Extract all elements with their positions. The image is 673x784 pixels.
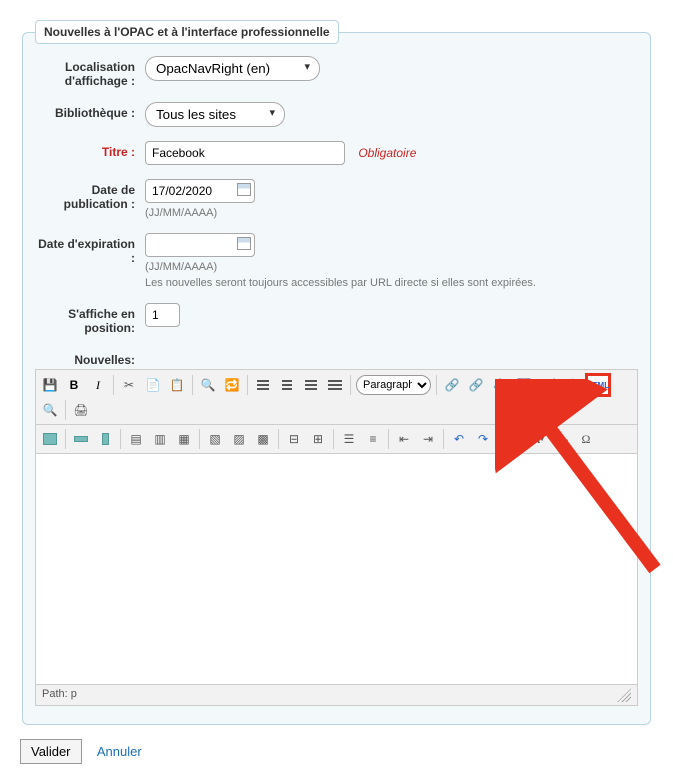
required-hint: Obligatoire (358, 146, 416, 160)
col-after-button[interactable]: ▨ (228, 428, 250, 450)
label-position: S'affiche en position: (35, 303, 145, 335)
cell-props-button[interactable] (94, 428, 116, 450)
outdent-button[interactable]: ⇤ (393, 428, 415, 450)
link-button[interactable]: 🔗 (441, 374, 463, 396)
editor-path: Path: p (42, 688, 77, 702)
submit-button[interactable]: Valider (20, 739, 82, 764)
bullet-list-button[interactable]: ☰ (338, 428, 360, 450)
cleanup-button[interactable]: 🧹 (537, 374, 559, 396)
expdate-hint-note: Les nouvelles seront toujours accessible… (145, 277, 638, 289)
title-input[interactable] (145, 141, 345, 165)
label-pubdate: Date de publication : (35, 179, 145, 211)
cancel-link[interactable]: Annuler (97, 744, 142, 759)
position-input[interactable] (145, 303, 180, 327)
label-news: Nouvelles: (35, 349, 145, 367)
find-button[interactable]: 🔍 (197, 374, 219, 396)
separator (498, 429, 499, 449)
row-delete-button[interactable]: ▦ (173, 428, 195, 450)
separator (65, 429, 66, 449)
paragraph-select[interactable]: Paragraph (356, 375, 431, 395)
anchor-button[interactable]: ⚓ (489, 374, 511, 396)
preview-button[interactable]: 🔍 (39, 399, 61, 421)
merge-cell-button[interactable]: ⊞ (307, 428, 329, 450)
number-list-button[interactable]: ≡ (362, 428, 384, 450)
align-left-button[interactable] (252, 374, 274, 396)
fieldset-legend: Nouvelles à l'OPAC et à l'interface prof… (35, 20, 339, 44)
label-library: Bibliothèque : (35, 102, 145, 120)
separator (388, 429, 389, 449)
separator (113, 375, 114, 395)
resize-handle[interactable] (617, 688, 631, 702)
align-right-button[interactable] (300, 374, 322, 396)
save-icon[interactable]: 💾 (39, 374, 61, 396)
separator (247, 375, 248, 395)
italic-button[interactable]: I (87, 374, 109, 396)
split-cell-button[interactable]: ⊟ (283, 428, 305, 450)
separator (350, 375, 351, 395)
redo-button[interactable]: ↷ (472, 428, 494, 450)
separator (65, 400, 66, 420)
indent-button[interactable]: ⇥ (417, 428, 439, 450)
paste-button[interactable]: 📋 (166, 374, 188, 396)
separator (120, 429, 121, 449)
html-source-button[interactable]: HTML (585, 373, 611, 397)
col-before-button[interactable]: ▧ (204, 428, 226, 450)
separator (199, 429, 200, 449)
pubdate-input[interactable] (145, 179, 255, 203)
align-justify-button[interactable] (324, 374, 346, 396)
label-expdate: Date d'expiration : (35, 233, 145, 265)
separator (443, 429, 444, 449)
cut-button[interactable]: ✂ (118, 374, 140, 396)
subscript-button[interactable]: — (551, 428, 573, 450)
print-button[interactable]: 🖨 (70, 399, 92, 421)
separator (192, 375, 193, 395)
copy-button[interactable]: 📄 (142, 374, 164, 396)
expdate-hint-fmt: (JJ/MM/AAAA) (145, 261, 638, 273)
rich-text-editor: 💾 B I ✂ 📄 📋 🔍 🔁 Paragraph (35, 369, 638, 706)
label-title: Titre : (35, 141, 145, 159)
separator (278, 429, 279, 449)
replace-button[interactable]: 🔁 (221, 374, 243, 396)
library-select[interactable]: Tous les sites (145, 102, 285, 127)
separator (436, 375, 437, 395)
undo-button[interactable]: ↶ (448, 428, 470, 450)
row-before-button[interactable]: ▤ (125, 428, 147, 450)
align-center-button[interactable] (276, 374, 298, 396)
pubdate-hint: (JJ/MM/AAAA) (145, 207, 638, 219)
insert-date-button[interactable]: 📅 (503, 428, 525, 450)
separator (333, 429, 334, 449)
expdate-input[interactable] (145, 233, 255, 257)
label-location: Localisation d'affichage : (35, 56, 145, 88)
remove-format-button[interactable]: X▾ (527, 428, 549, 450)
table-insert-button[interactable] (39, 428, 61, 450)
image-button[interactable]: 🌄 (513, 374, 535, 396)
row-props-button[interactable] (70, 428, 92, 450)
bold-button[interactable]: B (63, 374, 85, 396)
col-delete-button[interactable]: ▩ (252, 428, 274, 450)
editor-content-area[interactable] (36, 454, 637, 684)
help-button[interactable]: ❔ (561, 374, 583, 396)
unlink-button[interactable]: 🔗 (465, 374, 487, 396)
special-char-button[interactable]: Ω (575, 428, 597, 450)
location-select[interactable]: OpacNavRight (en) (145, 56, 320, 81)
row-after-button[interactable]: ▥ (149, 428, 171, 450)
